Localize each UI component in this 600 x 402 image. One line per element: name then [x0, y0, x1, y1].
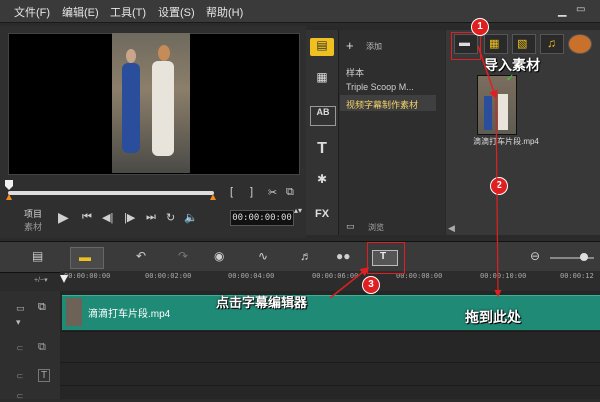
media-icon[interactable]: ▤ — [310, 38, 334, 56]
annotation-box-import — [451, 32, 481, 60]
menu-bar: 文件(F) 编辑(E) 工具(T) 设置(S) 帮助(H) ▁ ▭ — [0, 0, 600, 23]
motion-tracking-icon[interactable]: ●● — [336, 249, 351, 265]
track-link-icon[interactable]: ⊂ — [16, 391, 24, 402]
track-options-icon[interactable]: ▾ — [16, 317, 21, 328]
menu-settings[interactable]: 设置(S) — [158, 4, 195, 20]
thumb-person-right — [498, 94, 508, 130]
ruler-tick: 00:00:00:00 — [64, 272, 111, 280]
menu-tools[interactable]: 工具(T) — [110, 4, 146, 20]
mark-in-button[interactable]: [ — [230, 186, 233, 198]
redo-icon[interactable]: ↷ — [178, 249, 188, 265]
transition-icon[interactable]: AB — [310, 106, 336, 126]
online-tab[interactable] — [568, 34, 592, 54]
video-track-icon: ⧉ — [38, 301, 46, 313]
timeline-view-button[interactable]: ▬ — [70, 247, 104, 269]
video-icon: ▦ — [489, 38, 500, 50]
video-frame-image — [112, 33, 190, 173]
graphics-icon[interactable]: ✱ — [310, 172, 334, 190]
annotation-drag-text: 拖到此处 — [465, 309, 521, 325]
media-clip-name: 滴滴打车片段.mp4 — [473, 137, 539, 146]
video-filter-tab[interactable]: ▦ — [484, 34, 508, 54]
ruler-tick: 00:00:02:00 — [145, 272, 192, 280]
split-icon[interactable]: ✂ — [268, 186, 277, 199]
overlay-track-icon: ⧉ — [38, 341, 46, 353]
filter-icon[interactable]: FX — [310, 208, 334, 226]
audio-filter-tab[interactable]: ♫ — [540, 34, 564, 54]
menu-edit[interactable]: 编辑(E) — [62, 4, 99, 20]
scrub-bar[interactable] — [8, 191, 214, 195]
window-controls: ▁ ▭ — [554, 4, 594, 18]
browse-icon[interactable]: ▭ — [346, 221, 355, 232]
ruler-tick: 00:00:06:00 — [312, 272, 359, 280]
scroll-left-icon[interactable]: ◀ — [448, 223, 455, 234]
photo-icon: ▧ — [517, 38, 528, 50]
restore-icon[interactable]: ▭ — [576, 4, 585, 15]
annotation-badge-1: 1 — [471, 18, 489, 36]
play-icon[interactable]: ▶ — [58, 209, 69, 226]
title-track-icon: T — [38, 369, 51, 382]
zoom-slider-handle[interactable] — [580, 253, 588, 261]
copy-icon[interactable]: ⧉ — [286, 186, 294, 199]
track-divider — [60, 331, 600, 332]
person-left — [122, 63, 140, 153]
head-right — [158, 45, 170, 61]
track-link-icon[interactable]: ⊂ — [16, 371, 24, 382]
track-divider — [60, 385, 600, 386]
ruler-tick: 00:00:12 — [560, 272, 594, 280]
ruler-tick: 00:00:04:00 — [228, 272, 275, 280]
thumb-person-left — [484, 96, 492, 130]
annotation-subtitle-editor-text: 点击字幕编辑器 — [216, 295, 308, 310]
sound-mixer-icon[interactable]: ∿ — [258, 249, 268, 265]
annotation-import-text: 导入素材 — [484, 57, 540, 73]
person-right — [152, 61, 174, 156]
mark-out-button[interactable]: ] — [250, 186, 253, 198]
annotation-box-subtitle-editor — [367, 242, 405, 274]
folder-sample[interactable]: 样本 — [346, 66, 364, 79]
timecode-stepper-icon[interactable]: ▴▾ — [294, 206, 302, 215]
instant-project-icon[interactable]: ▦ — [310, 70, 334, 88]
end-icon[interactable]: ⏭ — [146, 211, 156, 224]
folder-subtitle-material[interactable]: 视频字幕制作素材 — [346, 98, 418, 111]
timecode-display[interactable]: 00:00:00:00 — [230, 210, 294, 226]
timeline-clip-thumbnail — [66, 298, 82, 326]
next-frame-icon[interactable]: |▶ — [124, 211, 135, 224]
browse-button[interactable]: 浏览 — [368, 222, 384, 233]
timeline-view-icon: ▬ — [79, 250, 91, 264]
music-icon: ♫ — [547, 36, 556, 50]
title-icon[interactable]: T — [310, 140, 334, 158]
storyboard-view-icon[interactable]: ▤ — [32, 249, 43, 265]
track-headers: ▭ ⧉ ▾ ⊂ ⧉ ⊂ T ⊂ — [0, 291, 61, 402]
ruler-tick: 00:00:10:00 — [480, 272, 527, 280]
add-folder-button[interactable]: 添加 — [366, 41, 382, 52]
prev-frame-icon[interactable]: ◀| — [102, 211, 113, 224]
undo-icon[interactable]: ↶ — [136, 249, 146, 265]
menu-help[interactable]: 帮助(H) — [206, 4, 243, 20]
auto-music-icon[interactable]: ♬ — [300, 249, 312, 265]
folder-triple-scoop[interactable]: Triple Scoop M... — [346, 82, 414, 92]
track-link-icon[interactable]: ⊂ — [16, 343, 24, 354]
zoom-out-icon[interactable]: ⊖ — [530, 249, 540, 265]
head-left — [126, 49, 136, 63]
volume-icon[interactable]: 🔈 — [184, 211, 198, 224]
photo-filter-tab[interactable]: ▧ — [512, 34, 536, 54]
annotation-badge-3: 3 — [362, 276, 380, 294]
menu-file[interactable]: 文件(F) — [14, 4, 50, 20]
repeat-icon[interactable]: ↻ — [166, 211, 175, 224]
add-icon[interactable]: + — [346, 38, 354, 53]
track-video-toggle-icon[interactable]: ▭ — [16, 303, 25, 314]
mode-project[interactable]: 项目 — [24, 207, 42, 220]
mode-clip[interactable]: 素材 — [24, 220, 42, 233]
ruler-expand-icon[interactable]: +/−▾ — [34, 276, 48, 284]
record-capture-icon[interactable]: ◉ — [214, 249, 224, 265]
annotation-badge-2: 2 — [490, 177, 508, 195]
track-divider — [60, 362, 600, 363]
library-folder-list — [338, 30, 445, 235]
media-clip-thumbnail[interactable]: ✓ — [477, 73, 517, 135]
home-icon[interactable]: ⏮ — [82, 211, 92, 224]
library-icon-bar: ▤ ▦ AB T ✱ FX — [306, 30, 338, 235]
timeline-clip-label: 滴滴打车片段.mp4 — [88, 309, 171, 320]
minimize-icon[interactable]: ▁ — [558, 4, 566, 17]
